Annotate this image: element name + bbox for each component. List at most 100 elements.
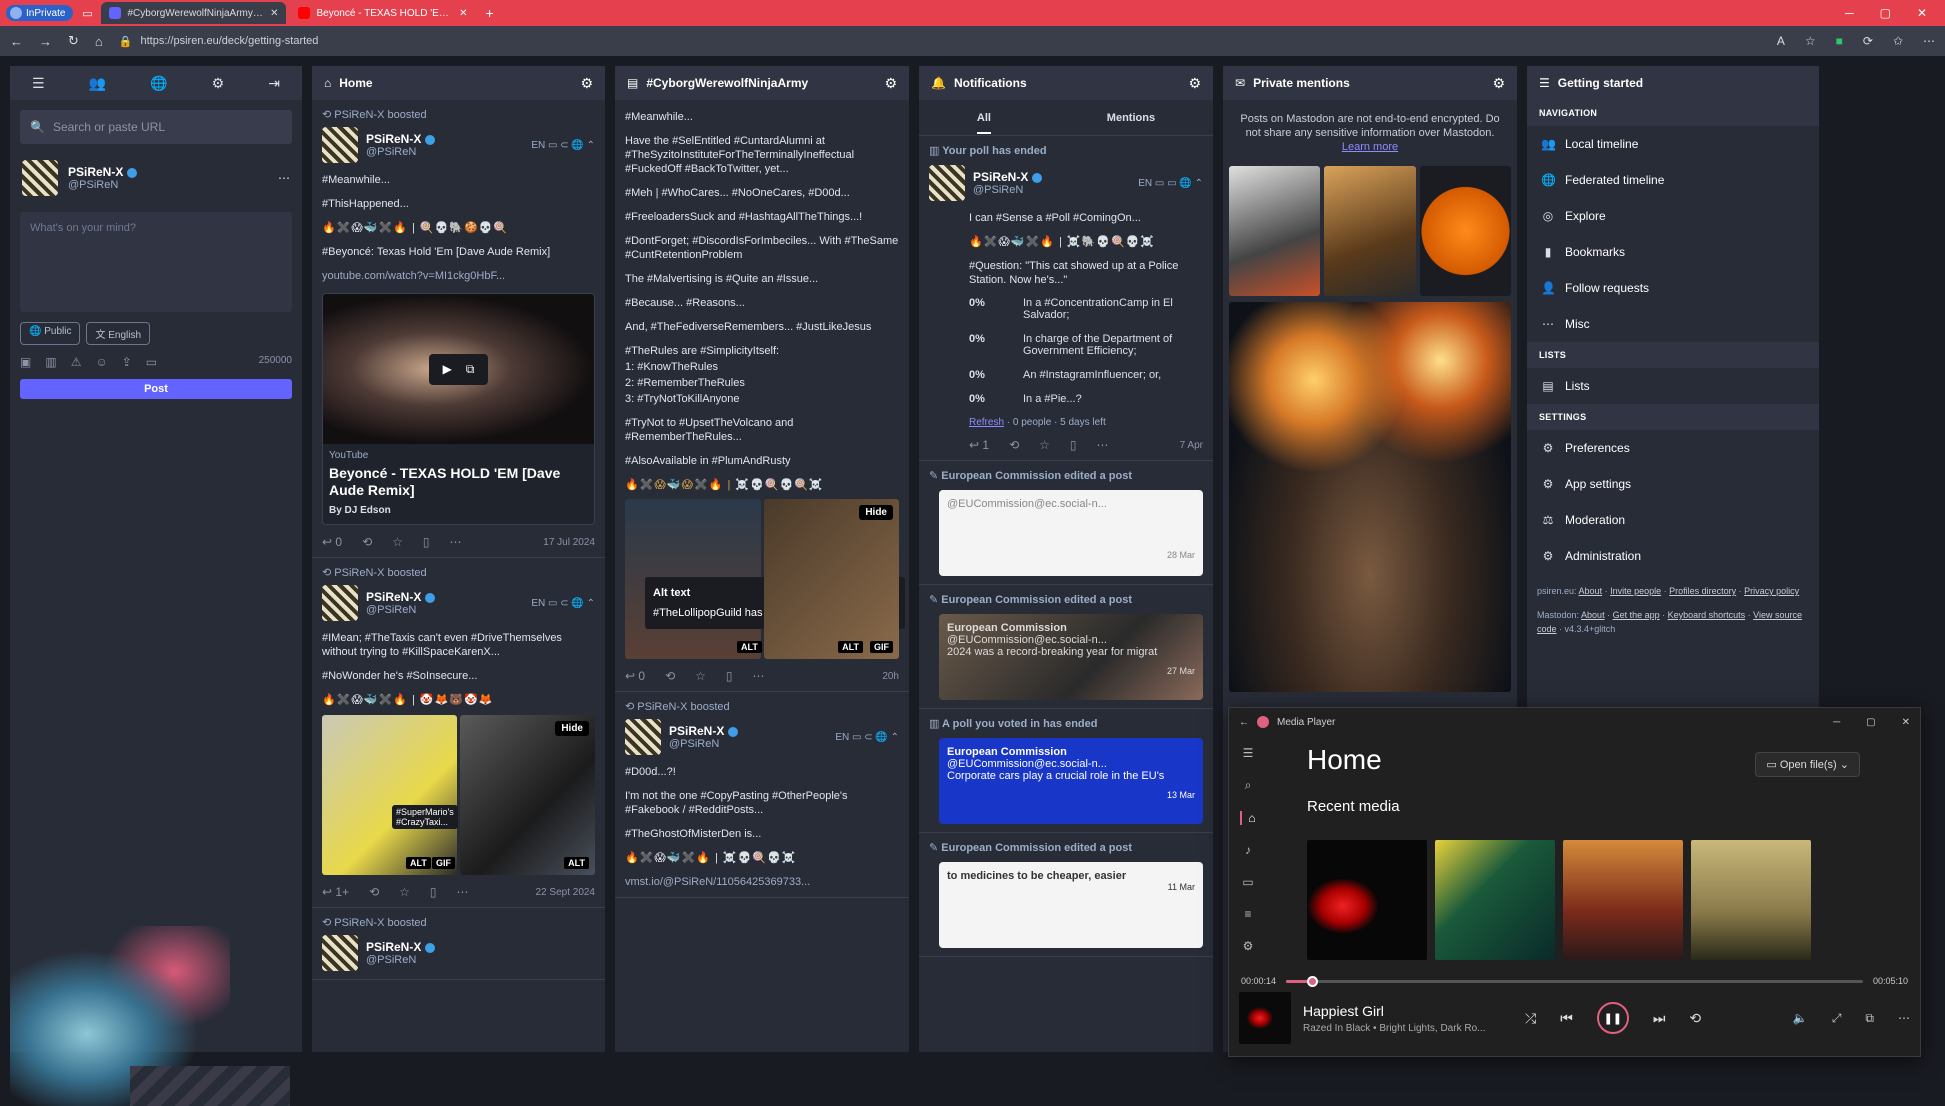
play-icon[interactable]: ▶ [443,362,452,377]
favourite-icon[interactable]: ☆ [695,669,706,683]
link-app-settings[interactable]: ⚙ App settings [1527,466,1819,502]
favorite-icon[interactable]: ☆ [1805,34,1816,48]
avatar[interactable] [322,127,358,163]
bookmark-icon[interactable]: ▯ [1070,438,1077,452]
miniplayer-icon[interactable]: ⧉ [1865,1011,1874,1026]
link-card[interactable]: ▶ ⧉ YouTube Beyoncé - TEXAS HOLD 'EM [Dav… [322,293,595,525]
menu-icon[interactable]: ⋯ [1923,34,1935,48]
bookmark-icon[interactable]: ▯ [430,885,437,899]
fullscreen-icon[interactable]: ⤢ [1832,1011,1842,1026]
more-icon[interactable]: ⋯ [1097,438,1109,452]
close-window-icon[interactable]: ✕ [1902,717,1910,728]
avatar[interactable] [22,160,58,196]
status-item[interactable]: ⟲ PSiReN-X boosted PSiReN-X @PSiReN EN ▭… [615,692,909,898]
bookmark-icon[interactable]: ▭ [146,355,157,369]
boost-icon[interactable]: ⟲ [369,885,379,899]
status-link[interactable]: vmst.io/@PSiReN/11056425369733... [625,875,899,889]
logout-icon[interactable]: ⇥ [268,75,280,92]
notification-item[interactable]: ✎ European Commission edited a post to m… [919,833,1213,957]
album-tile[interactable] [1307,840,1427,960]
visibility-button[interactable]: 🌐 Public [20,322,81,345]
search-input[interactable]: 🔍 Search or paste URL [20,110,292,144]
post-button[interactable]: Post [20,379,292,399]
status-item[interactable]: ⟲ PSiReN-X boosted PSiReN-X @PSiReN [312,908,605,980]
extension-icon[interactable]: ■ [1836,34,1843,48]
post-preview[interactable]: to medicines to be cheaper, easier 11 Mar [939,862,1203,948]
media-image[interactable] [1324,166,1416,296]
media-image[interactable] [1229,302,1511,692]
column-settings-icon[interactable]: ⚙ [884,75,897,92]
album-tile[interactable] [1563,840,1683,960]
compose-textarea[interactable]: What's on your mind? [20,212,292,312]
image-icon[interactable]: ▣ [20,355,31,369]
reply-icon[interactable]: ↩ 1+ [322,885,349,899]
more-icon[interactable]: ⋯ [1898,1011,1910,1026]
link-follow-requests[interactable]: 👤 Follow requests [1527,270,1819,306]
notification-item[interactable]: ✎ European Commission edited a post @EUC… [919,461,1213,585]
close-window-icon[interactable]: ✕ [1917,6,1927,20]
account-summary[interactable]: PSiReN-X @PSiReN ⋯ [10,154,302,202]
boost-icon[interactable]: ⟲ [665,669,675,683]
favourite-icon[interactable]: ☆ [1039,438,1050,452]
reload-icon[interactable]: ↻ [68,33,79,49]
video-icon[interactable]: ▭ [1242,875,1253,889]
hamburger-icon[interactable]: ☰ [32,75,45,92]
avatar[interactable] [929,165,965,201]
forward-icon[interactable]: → [39,34,52,49]
reply-icon[interactable]: ↩ 1 [969,438,989,452]
column-settings-icon[interactable]: ⚙ [1188,75,1201,92]
repeat-icon[interactable]: ⟲ [1689,1010,1701,1027]
settings-icon[interactable]: ⚙ [212,75,225,92]
notifications-header[interactable]: 🔔 Notifications ⚙ [919,66,1213,100]
read-aloud-icon[interactable]: A [1777,34,1785,48]
link-preferences[interactable]: ⚙ Preferences [1527,430,1819,466]
status-item[interactable]: ⟲ PSiReN-X boosted PSiReN-X @PSiReN EN ▭… [312,558,605,908]
language-button[interactable]: 文 English [86,322,151,345]
more-icon[interactable]: ⋯ [450,535,462,549]
search-icon[interactable]: ⌕ [1245,778,1252,793]
back-icon[interactable]: ← [10,34,23,49]
hashtag-header[interactable]: ▤ #CyborgWerewolfNinjaArmy ⚙ [615,66,909,100]
external-link-icon[interactable]: ⧉ [466,362,475,377]
album-tile[interactable] [1691,840,1811,960]
refresh-link[interactable]: Refresh [969,417,1004,428]
tab-youtube[interactable]: Beyoncé - TEXAS HOLD 'EM [Dav✕ [290,2,475,24]
people-icon[interactable]: 👥 [89,75,106,92]
favourite-icon[interactable]: ☆ [392,535,403,549]
media-image[interactable]: Hide ALT GIF [763,499,899,659]
hide-media-button[interactable]: Hide [859,505,893,520]
status-item[interactable]: ⟲ PSiReN-X boosted PSiReN-X @PSiReN EN ▭… [312,100,605,558]
notification-item[interactable]: ▥ Your poll has ended PSiReN-X @PSiReN E… [919,136,1213,461]
link-explore[interactable]: ◎ Explore [1527,198,1819,234]
favourite-icon[interactable]: ☆ [399,885,410,899]
link-local-timeline[interactable]: 👥 Local timeline [1527,126,1819,162]
tab-mentions[interactable]: Mentions [1107,112,1155,124]
learn-more-link[interactable]: Learn more [1342,141,1398,153]
warning-icon[interactable]: ⚠ [71,355,82,369]
link-federated-timeline[interactable]: 🌐 Federated timeline [1527,162,1819,198]
tab-all[interactable]: All [976,102,991,134]
video-thumbnail[interactable]: ▶ ⧉ [323,294,594,444]
gear-icon[interactable]: ⚙ [1243,939,1254,953]
post-preview[interactable]: European Commission @EUCommission@ec.soci… [939,614,1203,700]
shuffle-icon[interactable]: ⤮ [1525,1010,1536,1027]
url-field[interactable]: 🔒 https://psiren.eu/deck/getting-started [119,30,1761,52]
column-settings-icon[interactable]: ⚙ [580,75,593,92]
hamburger-icon[interactable]: ☰ [1243,746,1254,760]
avatar[interactable] [625,719,661,755]
previous-icon[interactable]: ⏮ [1560,1010,1573,1027]
close-icon[interactable]: ✕ [459,8,467,19]
more-icon[interactable]: ⋯ [457,885,469,899]
boost-icon[interactable]: ⟲ [1009,438,1019,452]
seek-knob[interactable] [1307,975,1318,987]
open-files-button[interactable]: ▭ Open file(s) ⌄ [1755,752,1860,777]
bookmark-icon[interactable]: ▯ [726,669,733,683]
close-icon[interactable]: ✕ [270,8,278,19]
home-icon[interactable]: ⌂ [95,34,103,49]
poll-icon[interactable]: ▥ [45,355,56,369]
inprivate-badge[interactable]: InPrivate [6,5,74,21]
link-moderation[interactable]: ⚖ Moderation [1527,502,1819,538]
album-tile[interactable] [1435,840,1555,960]
volume-icon[interactable]: 🔈 [1793,1011,1808,1026]
media-image[interactable]: Hide ALT [460,715,595,875]
